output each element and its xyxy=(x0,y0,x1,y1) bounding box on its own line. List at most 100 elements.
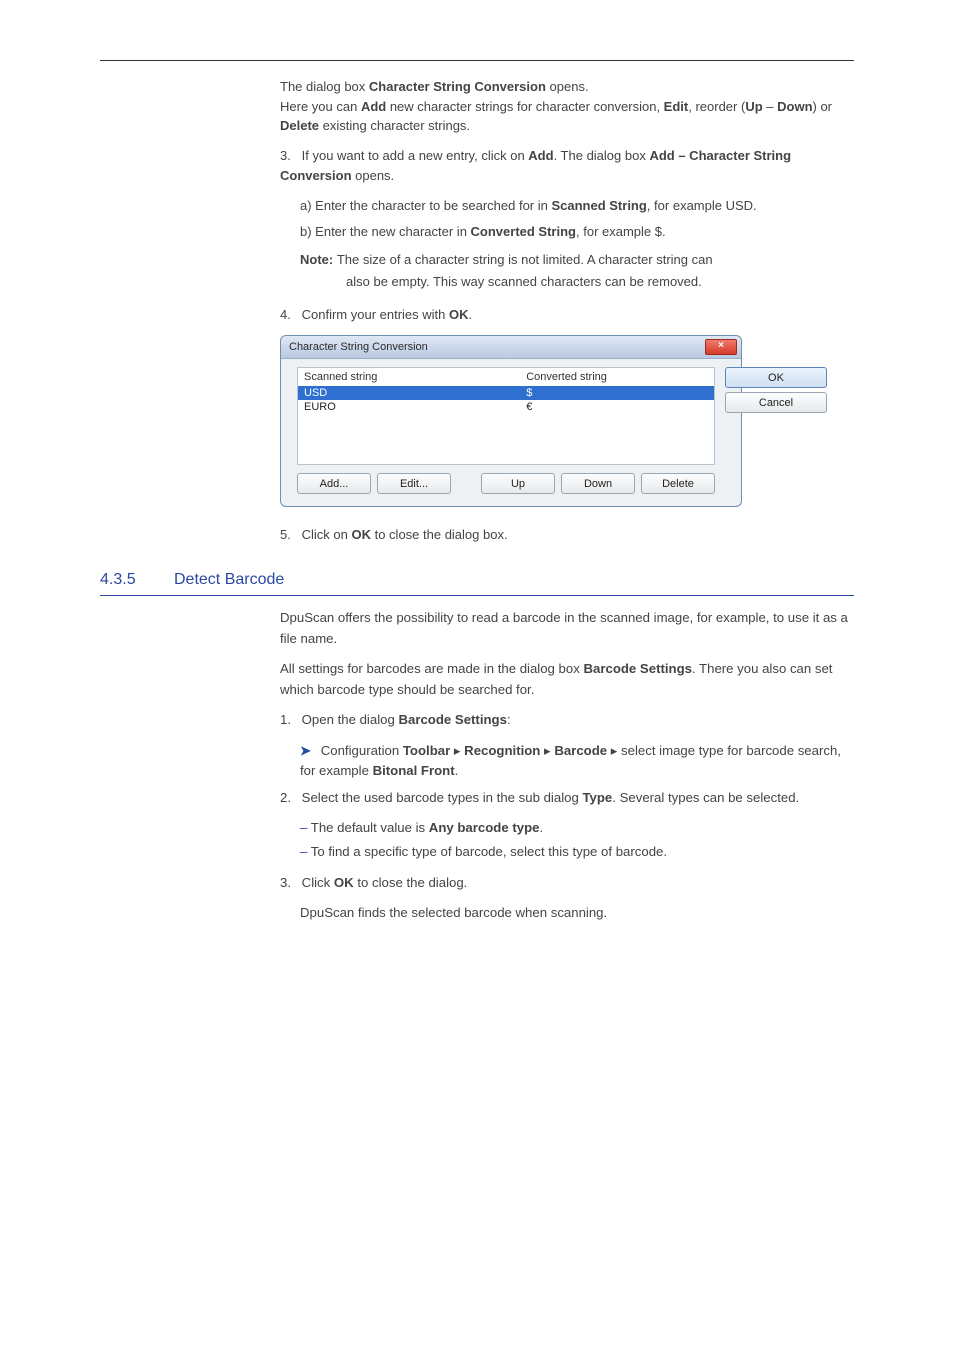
text: opens. xyxy=(546,79,589,94)
text: If you want to add a new entry, click on xyxy=(302,148,529,163)
text: DpuScan finds the selected barcode when … xyxy=(300,905,607,920)
list-header: Scanned string Converted string xyxy=(298,368,714,386)
text-bold: Down xyxy=(777,99,812,114)
ordered-step-3b: 3. Click OK to close the dialog. xyxy=(280,873,854,893)
text: ) or xyxy=(813,99,833,114)
intro-block: The dialog box Character String Conversi… xyxy=(280,77,854,136)
section-title: Detect Barcode xyxy=(174,571,284,589)
text-bold: Toolbar xyxy=(403,743,450,758)
text: to close the dialog box. xyxy=(371,527,508,542)
text: – xyxy=(763,99,777,114)
text-bold: Bitonal Front xyxy=(373,763,455,778)
top-rule xyxy=(100,60,854,61)
text: The default value is xyxy=(311,820,429,835)
text-bold: Add xyxy=(361,99,386,114)
intro-line-1: The dialog box Character String Conversi… xyxy=(280,77,854,97)
text: . Several types can be selected. xyxy=(612,790,799,805)
up-button[interactable]: Up xyxy=(481,473,555,494)
conversion-list[interactable]: Scanned string Converted string USD $ EU… xyxy=(297,367,715,465)
text: opens. xyxy=(352,168,395,183)
text: All settings for barcodes are made in th… xyxy=(280,661,584,676)
text: to close the dialog. xyxy=(354,875,468,890)
text-bold: Character String Conversion xyxy=(369,79,546,94)
list-item: The default value is Any barcode type. xyxy=(300,818,854,838)
table-row[interactable]: EURO € xyxy=(298,400,714,414)
text: Here you can xyxy=(280,99,361,114)
text: . xyxy=(455,763,459,778)
text: new character strings for character conv… xyxy=(386,99,663,114)
text: Click on xyxy=(302,527,352,542)
section-rule xyxy=(100,595,854,596)
close-icon[interactable]: × xyxy=(705,339,737,355)
text: existing character strings. xyxy=(319,118,470,133)
cancel-button[interactable]: Cancel xyxy=(725,392,827,413)
text-bold: Barcode xyxy=(554,743,607,758)
text-bold: Up xyxy=(745,99,762,114)
ok-button[interactable]: OK xyxy=(725,367,827,388)
dialog-title: Character String Conversion xyxy=(289,341,428,353)
delete-button[interactable]: Delete xyxy=(641,473,715,494)
dialog-window: Character String Conversion × Scanned st… xyxy=(280,335,742,507)
text: , for example $. xyxy=(576,224,666,239)
dialog-button-row: Add... Edit... Up Down Delete xyxy=(297,473,715,494)
col-scanned: Scanned string xyxy=(304,371,526,383)
dialog-right-pane: OK Cancel xyxy=(725,367,815,494)
step-number: 3. xyxy=(280,146,298,166)
add-button[interactable]: Add... xyxy=(297,473,371,494)
col-converted: Converted string xyxy=(526,371,708,383)
substeps: a) Enter the character to be searched fo… xyxy=(300,196,854,242)
note-text-2: also be empty. This way scanned characte… xyxy=(346,272,854,292)
document-page: The dialog box Character String Conversi… xyxy=(0,0,954,1030)
note-text: The size of a character string is not li… xyxy=(337,252,713,267)
text: . The dialog box xyxy=(554,148,650,163)
text-bold: Add xyxy=(528,148,553,163)
text: Confirm your entries with xyxy=(302,307,449,322)
text-bold: Barcode Settings xyxy=(398,712,506,727)
text: , reorder ( xyxy=(688,99,745,114)
text: . xyxy=(469,307,473,322)
text: ▸ xyxy=(450,743,464,758)
text: ▸ xyxy=(540,743,554,758)
down-button[interactable]: Down xyxy=(561,473,635,494)
text: b) Enter the new character in xyxy=(300,224,471,239)
text-bold: Scanned String xyxy=(551,198,646,213)
text-bold: Converted String xyxy=(471,224,576,239)
text: Open the dialog xyxy=(302,712,399,727)
text-bold: Edit xyxy=(664,99,689,114)
paragraph: All settings for barcodes are made in th… xyxy=(280,659,854,700)
text: Click xyxy=(302,875,334,890)
cell-converted: $ xyxy=(526,387,708,399)
text: , for example USD. xyxy=(647,198,757,213)
step-number: 5. xyxy=(280,525,298,545)
note-block: Note: The size of a character string is … xyxy=(300,250,854,291)
intro-line-2: Here you can Add new character strings f… xyxy=(280,97,854,136)
text-bold: Type xyxy=(582,790,612,805)
text: a) Enter the character to be searched fo… xyxy=(300,198,551,213)
text: Select the used barcode types in the sub… xyxy=(302,790,583,805)
text-bold: OK xyxy=(334,875,354,890)
text: To find a specific type of barcode, sele… xyxy=(311,844,667,859)
text: The dialog box xyxy=(280,79,369,94)
section-heading: 4.3.5 Detect Barcode xyxy=(100,571,854,589)
ordered-step-1: 1. Open the dialog Barcode Settings: xyxy=(280,710,854,730)
ordered-step-5: 5. Click on OK to close the dialog box. xyxy=(280,525,854,545)
step-sub: ➤ Configuration Toolbar ▸ Recognition ▸ … xyxy=(300,741,854,782)
step-tail: DpuScan finds the selected barcode when … xyxy=(300,903,854,923)
ordered-step-2: 2. Select the used barcode types in the … xyxy=(280,788,854,808)
text-bold: OK xyxy=(351,527,371,542)
arrow-icon: ➤ xyxy=(300,743,311,758)
cell-scanned: EURO xyxy=(304,401,526,413)
paragraph: DpuScan offers the possibility to read a… xyxy=(280,608,854,649)
table-row[interactable]: USD $ xyxy=(298,386,714,400)
cell-scanned: USD xyxy=(304,387,526,399)
step-number: 4. xyxy=(280,305,298,325)
dialog-screenshot: Character String Conversion × Scanned st… xyxy=(280,335,854,507)
text-bold: Delete xyxy=(280,118,319,133)
step-number: 2. xyxy=(280,788,298,808)
dialog-titlebar: Character String Conversion × xyxy=(281,336,741,359)
text-bold: OK xyxy=(449,307,469,322)
edit-button[interactable]: Edit... xyxy=(377,473,451,494)
bullet-list: The default value is Any barcode type. T… xyxy=(300,818,854,863)
ordered-step-3: 3. If you want to add a new entry, click… xyxy=(280,146,854,186)
dialog-body: Scanned string Converted string USD $ EU… xyxy=(281,359,741,506)
